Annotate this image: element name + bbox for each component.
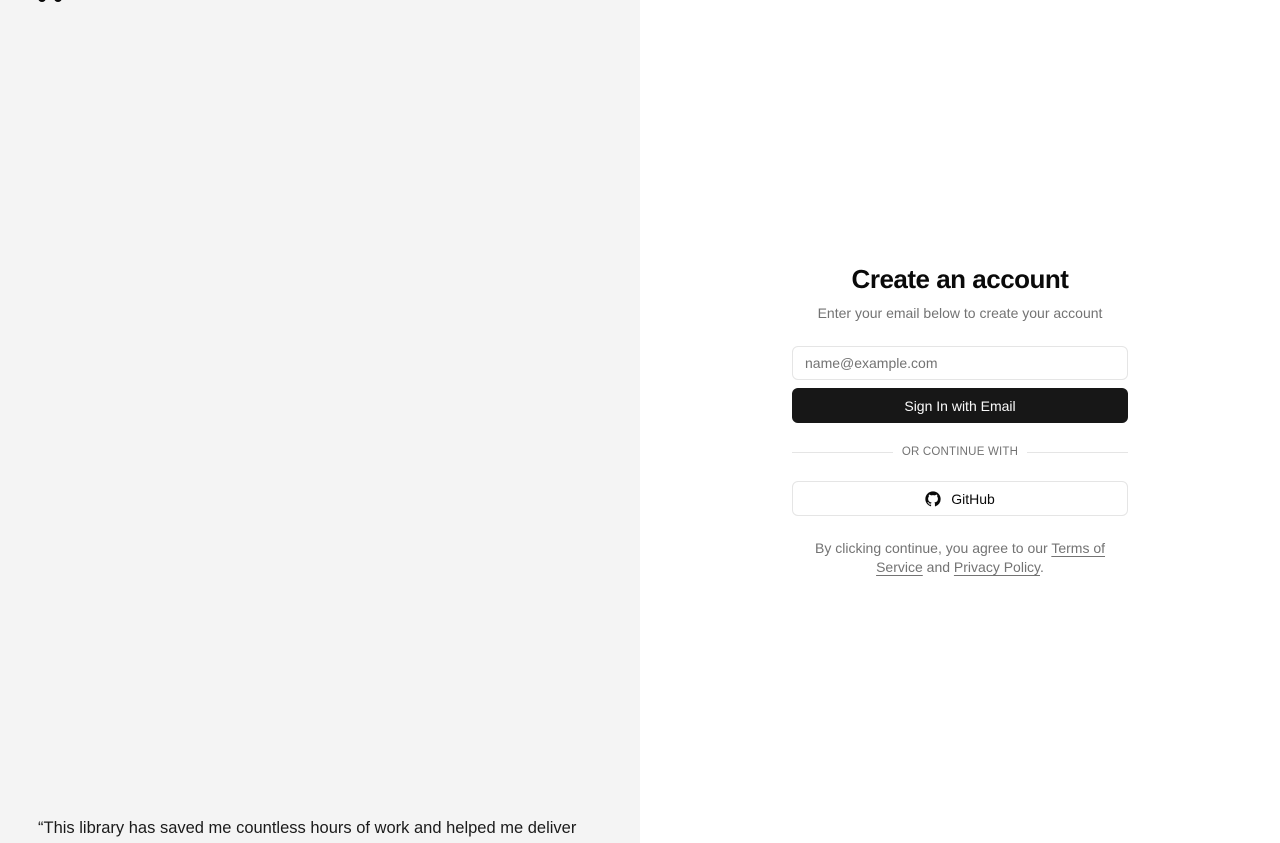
left-panel: “This library has saved me countless hou… xyxy=(0,0,640,843)
page-title: Create an account xyxy=(851,264,1069,294)
github-label: GitHub xyxy=(951,490,995,507)
page: “This library has saved me countless hou… xyxy=(0,0,1280,843)
github-icon xyxy=(925,490,941,507)
sign-in-email-button[interactable]: Sign In with Email xyxy=(792,388,1128,423)
email-field[interactable] xyxy=(792,346,1128,380)
terms-notice: By clicking continue, you agree to our T… xyxy=(815,539,1105,577)
terms-suffix: . xyxy=(1040,559,1044,575)
divider: Or continue with xyxy=(792,446,1128,458)
page-subtitle: Enter your email below to create your ac… xyxy=(817,305,1103,321)
terms-prefix: By clicking continue, you agree to our xyxy=(815,540,1052,556)
command-icon xyxy=(38,0,62,4)
testimonial-quote: “This library has saved me countless hou… xyxy=(38,819,577,837)
divider-label: Or continue with xyxy=(901,446,1019,458)
github-button[interactable]: GitHub xyxy=(792,481,1128,516)
terms-middle: and xyxy=(922,559,954,575)
signup-form: Create an account Enter your email below… xyxy=(792,262,1128,577)
divider-line-left xyxy=(792,451,893,453)
right-panel: Create an account Enter your email below… xyxy=(640,0,1280,843)
divider-line-right xyxy=(1027,451,1128,453)
privacy-policy-link[interactable]: Privacy Policy xyxy=(954,559,1040,575)
